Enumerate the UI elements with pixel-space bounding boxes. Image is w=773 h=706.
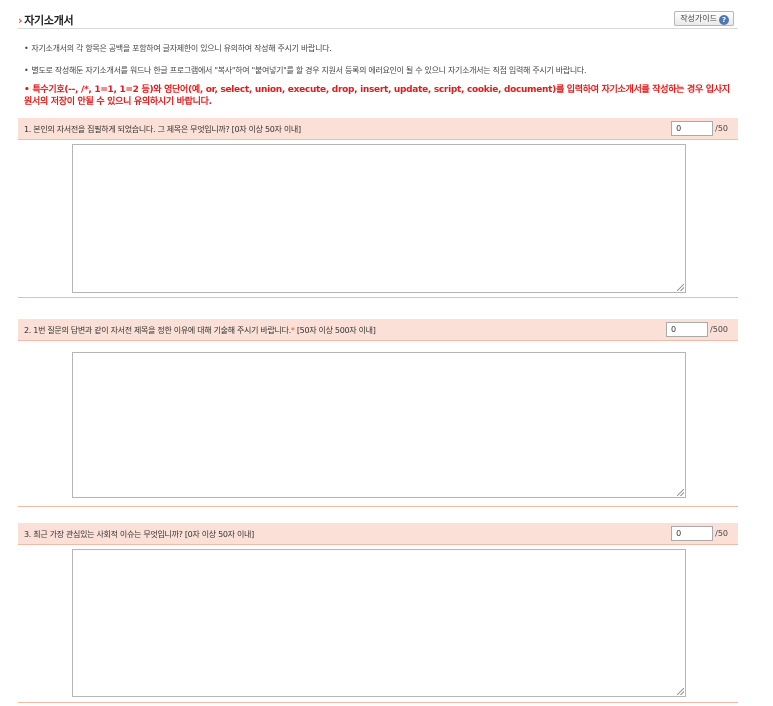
section-title-text: 자기소개서 xyxy=(24,14,74,27)
question-1-bar: 1. 본인의 자서전을 집필하게 되었습니다. 그 제목은 무엇입니까? [0자… xyxy=(18,118,738,140)
char-count-input-2[interactable] xyxy=(666,322,709,337)
section-header: › 자기소개서 작성가이드? xyxy=(18,11,738,29)
resize-grip-icon[interactable] xyxy=(677,284,684,291)
writing-guide-button[interactable]: 작성가이드? xyxy=(674,11,734,26)
divider xyxy=(18,297,738,298)
question-1-label: 1. 본인의 자서전을 집필하게 되었습니다. 그 제목은 무엇입니까? [0자… xyxy=(24,125,301,134)
question-2-counter: /500 xyxy=(666,322,728,337)
divider xyxy=(18,702,738,703)
char-limit-1: /50 xyxy=(715,124,728,133)
question-3-label: 3. 최근 가장 관심있는 사회적 이슈는 무엇입니까? [0자 이상 50자 … xyxy=(24,530,254,539)
answer-textarea-3[interactable] xyxy=(72,549,686,697)
question-3-bar: 3. 최근 가장 관심있는 사회적 이슈는 무엇입니까? [0자 이상 50자 … xyxy=(18,523,738,545)
arrow-icon: › xyxy=(18,14,23,27)
notice-item-2: • 별도로 작성해둔 자기소개서를 워드나 한글 프로그램에서 "복사"하여 "붙… xyxy=(24,66,587,75)
section-title: › 자기소개서 xyxy=(18,12,74,28)
char-count-input-3[interactable] xyxy=(671,526,714,541)
notice-item-1: • 자기소개서의 각 항목은 공백을 포함하여 글자제한이 있으니 유의하여 작성… xyxy=(24,44,332,53)
question-icon: ? xyxy=(719,15,729,25)
answer-textarea-2[interactable] xyxy=(72,352,686,498)
char-count-input-1[interactable] xyxy=(671,121,714,136)
question-2-bar: 2. 1번 질문의 답변과 같이 자서전 제목을 정한 이유에 대해 기술해 주… xyxy=(18,319,738,341)
question-3-counter: /50 xyxy=(671,526,728,541)
char-limit-2: /500 xyxy=(710,325,728,334)
divider xyxy=(18,506,738,507)
answer-textarea-1[interactable] xyxy=(72,144,686,293)
char-limit-3: /50 xyxy=(715,529,728,538)
question-1-counter: /50 xyxy=(671,121,728,136)
question-2-label: 2. 1번 질문의 답변과 같이 자서전 제목을 정한 이유에 대해 기술해 주… xyxy=(24,326,376,335)
resize-grip-icon[interactable] xyxy=(677,688,684,695)
notice-warning: • 특수기호(--, /*, 1=1, 1=2 등)와 영단어(예, or, se… xyxy=(24,85,730,107)
writing-guide-label: 작성가이드 xyxy=(680,14,717,23)
resize-grip-icon[interactable] xyxy=(677,489,684,496)
